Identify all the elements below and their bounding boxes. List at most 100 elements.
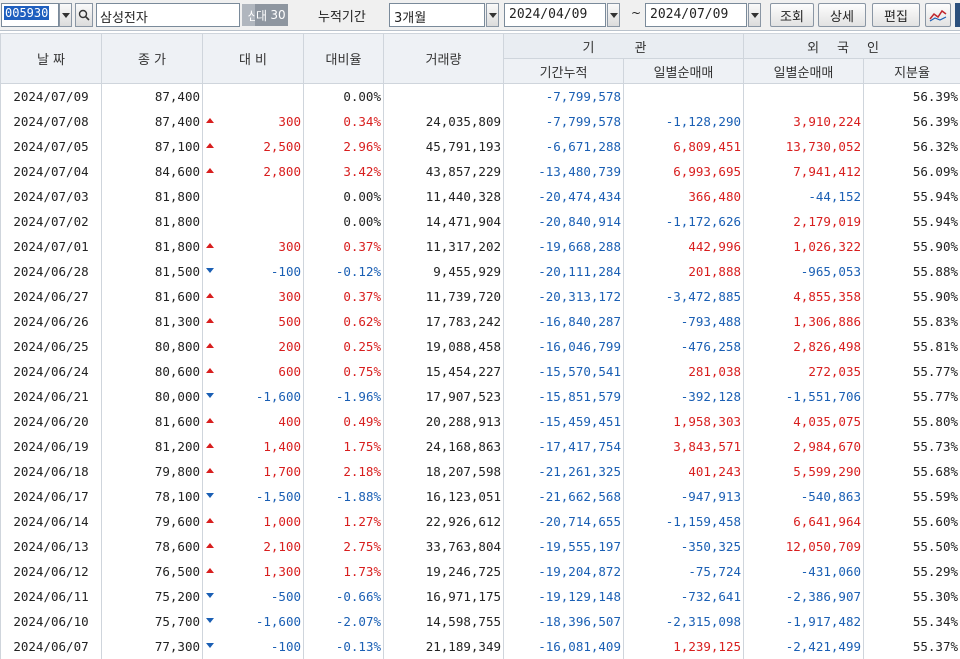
col-close-header[interactable]: 종 가 — [101, 33, 203, 84]
cell-change: -1,600 — [202, 608, 304, 634]
stock-name-field[interactable]: 삼성전자 — [96, 3, 240, 27]
cell-close-value: 80,800 — [154, 338, 200, 354]
table-row[interactable]: 2024/07/01 81,800 300 0.37% 11,317,202 -19,66… — [0, 233, 960, 259]
badge-loan[interactable]: 대 — [255, 4, 268, 26]
cell-foreign-share-value: 56.39% — [912, 113, 959, 129]
cell-foreign-share-value: 55.34% — [912, 613, 959, 629]
table-row[interactable]: 2024/06/28 81,500 -100 -0.12% 9,455,929 -20,1… — [0, 258, 960, 284]
cell-foreign-daily-value: 2,179,019 — [793, 213, 861, 229]
table-row[interactable]: 2024/06/14 79,600 1,000 1.27% 22,926,612 -20,… — [0, 508, 960, 534]
table-row[interactable]: 2024/06/21 80,000 -1,600 -1.96% 17,907,523 -1… — [0, 383, 960, 409]
search-button[interactable] — [75, 3, 93, 27]
table-row[interactable]: 2024/07/05 87,100 2,500 2.96% 45,791,193 -6,6… — [0, 133, 960, 159]
cell-foreign-share: 55.88% — [863, 258, 960, 284]
table-row[interactable]: 2024/06/10 75,700 -1,600 -2.07% 14,598,755 -1… — [0, 608, 960, 634]
cell-inst-cum-value: -15,570,541 — [538, 363, 621, 379]
col-change-header[interactable]: 대 비 — [202, 33, 304, 84]
col-date-header[interactable]: 날 짜 — [0, 33, 102, 84]
cell-volume: 9,455,929 — [383, 258, 504, 284]
up-arrow-icon — [206, 542, 214, 548]
end-date-input[interactable]: 2024/07/09 — [645, 3, 747, 27]
cell-close-value: 80,600 — [154, 363, 200, 379]
table-row[interactable]: 2024/06/18 79,800 1,700 2.18% 18,207,598 -21,… — [0, 458, 960, 484]
cell-change-value: 300 — [278, 113, 301, 129]
table-row[interactable]: 2024/06/12 76,500 1,300 1.73% 19,246,725 -19,… — [0, 558, 960, 584]
chart-button[interactable] — [925, 3, 951, 27]
table-row[interactable]: 2024/06/19 81,200 1,400 1.75% 24,168,863 -17,… — [0, 433, 960, 459]
cell-date-value: 2024/06/27 — [13, 288, 89, 304]
edit-button[interactable]: 편집 — [872, 3, 920, 27]
table-row[interactable]: 2024/06/13 78,600 2,100 2.75% 33,763,804 -19,… — [0, 533, 960, 559]
table-row[interactable]: 2024/07/02 81,800 0.00% 14,471,904 -20,840,9… — [0, 208, 960, 234]
cell-close: 80,000 — [101, 383, 203, 409]
cell-inst-cum: -16,046,799 — [503, 333, 624, 359]
cell-inst-daily: 366,480 — [623, 183, 744, 209]
cell-foreign-daily — [743, 83, 864, 109]
cell-change: 2,100 — [202, 533, 304, 559]
cell-inst-cum: -21,261,325 — [503, 458, 624, 484]
cell-change-rate-value: 0.75% — [343, 363, 381, 379]
table-row[interactable]: 2024/07/09 87,400 0.00% -7,799,578 56.39% — [0, 83, 960, 109]
cell-foreign-daily-value: -2,421,499 — [785, 638, 861, 654]
col-foreign-share-header[interactable]: 지분율 — [862, 58, 960, 84]
stock-code-dropdown-button[interactable] — [59, 3, 72, 27]
cell-inst-daily-value: -1,128,290 — [665, 113, 741, 129]
cell-change-value: 500 — [278, 313, 301, 329]
down-arrow-icon — [206, 642, 214, 648]
cell-inst-cum: -15,570,541 — [503, 358, 624, 384]
cell-foreign-share: 55.60% — [863, 508, 960, 534]
col-foreign-daily-header[interactable]: 일별순매매 — [743, 58, 864, 84]
cell-volume-value: 11,739,720 — [425, 288, 501, 304]
cell-inst-daily: -947,913 — [623, 483, 744, 509]
cell-inst-cum-value: -7,799,578 — [545, 88, 621, 104]
cell-volume: 21,189,349 — [383, 633, 504, 659]
col-change-rate-header[interactable]: 대비율 — [303, 33, 384, 84]
cell-close: 81,600 — [101, 408, 203, 434]
col-volume-header[interactable]: 거래량 — [383, 33, 504, 84]
up-arrow-icon — [206, 467, 214, 473]
cell-date: 2024/06/27 — [0, 283, 102, 309]
table-row[interactable]: 2024/07/04 84,600 2,800 3.42% 43,857,229 -13,… — [0, 158, 960, 184]
cell-date: 2024/06/11 — [0, 583, 102, 609]
cell-close: 81,500 — [101, 258, 203, 284]
period-select[interactable]: 3개월 — [389, 3, 485, 27]
cell-volume-value: 15,454,227 — [425, 363, 501, 379]
chevron-down-icon — [750, 12, 759, 18]
table-row[interactable]: 2024/06/25 80,800 200 0.25% 19,088,458 -16,04… — [0, 333, 960, 359]
table-row[interactable]: 2024/07/08 87,400 300 0.34% 24,035,809 -7,799… — [0, 108, 960, 134]
start-date-calendar-button[interactable] — [607, 3, 620, 27]
table-row[interactable]: 2024/06/27 81,600 300 0.37% 11,739,720 -20,31… — [0, 283, 960, 309]
cell-foreign-daily-value: -2,386,907 — [785, 588, 861, 604]
cell-foreign-share: 55.77% — [863, 358, 960, 384]
cell-inst-cum: -21,662,568 — [503, 483, 624, 509]
cell-inst-daily-value: -2,315,098 — [665, 613, 741, 629]
end-date-calendar-button[interactable] — [748, 3, 761, 27]
table-row[interactable]: 2024/06/24 80,600 600 0.75% 15,454,227 -15,57… — [0, 358, 960, 384]
table-row[interactable]: 2024/06/07 77,300 -100 -0.13% 21,189,349 -16,… — [0, 633, 960, 659]
badge-30[interactable]: 30 — [268, 4, 288, 26]
cell-foreign-share-value: 55.50% — [912, 538, 959, 554]
cell-foreign-daily-value: 2,826,498 — [793, 338, 861, 354]
cell-inst-cum-value: -20,840,914 — [538, 213, 621, 229]
stock-code-input[interactable]: 005930 — [1, 3, 59, 27]
table-row[interactable]: 2024/06/11 75,200 -500 -0.66% 16,971,175 -19,… — [0, 583, 960, 609]
query-button[interactable]: 조회 — [770, 3, 814, 27]
period-dropdown-button[interactable] — [486, 3, 499, 27]
cell-change-rate: -0.12% — [303, 258, 384, 284]
cell-close-value: 75,700 — [154, 613, 200, 629]
col-inst-cum-header[interactable]: 기간누적 — [503, 58, 624, 84]
cell-date: 2024/07/03 — [0, 183, 102, 209]
detail-button[interactable]: 상세 — [818, 3, 866, 27]
cell-change-rate-value: 0.37% — [343, 288, 381, 304]
table-row[interactable]: 2024/07/03 81,800 0.00% 11,440,328 -20,474,4… — [0, 183, 960, 209]
cell-date: 2024/06/07 — [0, 633, 102, 659]
table-row[interactable]: 2024/06/26 81,300 500 0.62% 17,783,242 -16,84… — [0, 308, 960, 334]
col-inst-daily-header[interactable]: 일별순매매 — [623, 58, 744, 84]
cell-inst-cum-value: -16,046,799 — [538, 338, 621, 354]
table-row[interactable]: 2024/06/17 78,100 -1,500 -1.88% 16,123,051 -2… — [0, 483, 960, 509]
table-row[interactable]: 2024/06/20 81,600 400 0.49% 20,288,913 -15,45… — [0, 408, 960, 434]
cell-foreign-share: 56.39% — [863, 83, 960, 109]
cell-change-rate-value: 0.00% — [343, 88, 381, 104]
start-date-input[interactable]: 2024/04/09 — [504, 3, 606, 27]
cell-volume-value: 24,035,809 — [425, 113, 501, 129]
